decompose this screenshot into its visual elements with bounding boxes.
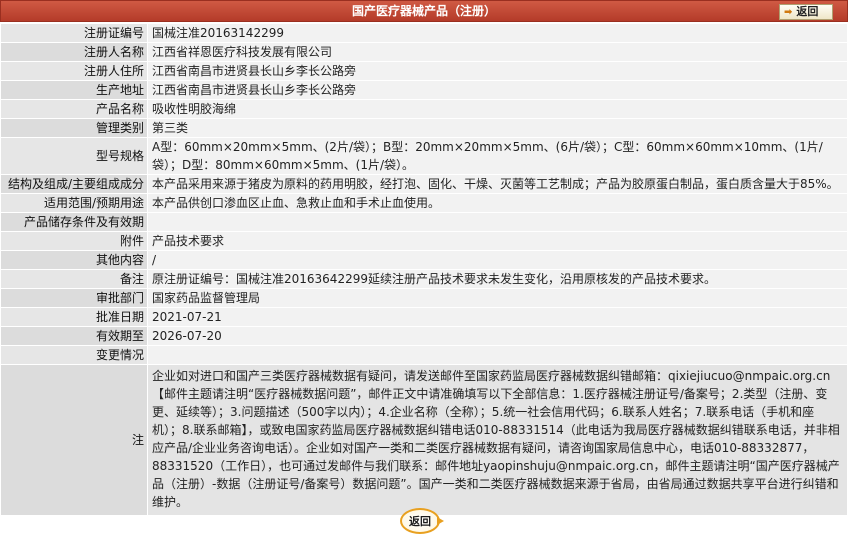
note-text: 企业如对进口和国产三类医疗器械数据有疑问，请发送邮件至国家药监局医疗器械数据纠错… bbox=[147, 364, 848, 516]
row-label: 管理类别 bbox=[0, 118, 148, 138]
row-value: 江西省南昌市进贤县长山乡李长公路旁 bbox=[147, 80, 848, 100]
table-row: 备注 原注册证编号：国械注准20163642299延续注册产品技术要求未发生变化… bbox=[0, 269, 848, 289]
row-value: 国家药品监督管理局 bbox=[147, 288, 848, 308]
table-row: 管理类别 第三类 bbox=[0, 118, 848, 138]
back-button-bottom-label: 返回 bbox=[409, 515, 431, 528]
title-bar: 国产医疗器械产品（注册） ➡ 返回 bbox=[0, 0, 848, 22]
row-label: 产品名称 bbox=[0, 99, 148, 119]
table-row: 适用范围/预期用途 本产品供创口渗血区止血、急救止血和手术止血使用。 bbox=[0, 193, 848, 213]
row-label: 注册人住所 bbox=[0, 61, 148, 81]
table-row: 其他内容 / bbox=[0, 250, 848, 270]
row-label: 变更情况 bbox=[0, 345, 148, 365]
row-value bbox=[147, 212, 848, 232]
row-label: 型号规格 bbox=[0, 137, 148, 175]
row-label: 注册人名称 bbox=[0, 42, 148, 62]
page-title: 国产医疗器械产品（注册） bbox=[351, 4, 496, 18]
row-label: 注册证编号 bbox=[0, 23, 148, 43]
row-label: 其他内容 bbox=[0, 250, 148, 270]
table-row: 产品储存条件及有效期 bbox=[0, 212, 848, 232]
table-row: 型号规格 A型：60mm×20mm×5mm、(2片/袋）；B型：20mm×20m… bbox=[0, 137, 848, 175]
note-row: 注 企业如对进口和国产三类医疗器械数据有疑问，请发送邮件至国家药监局医疗器械数据… bbox=[0, 364, 848, 516]
table-row: 批准日期 2021-07-21 bbox=[0, 307, 848, 327]
table-row: 注册证编号 国械注准20163142299 bbox=[0, 23, 848, 43]
back-tail-icon bbox=[437, 517, 444, 525]
detail-page: 国产医疗器械产品（注册） ➡ 返回 注册证编号 国械注准20163142299 注… bbox=[0, 0, 850, 540]
product-info-table: 注册证编号 国械注准20163142299 注册人名称 江西省祥恩医疗科技发展有… bbox=[0, 23, 848, 516]
row-label: 备注 bbox=[0, 269, 148, 289]
row-value: 2021-07-21 bbox=[147, 307, 848, 327]
row-label: 有效期至 bbox=[0, 326, 148, 346]
table-row: 结构及组成/主要组成成分 本产品采用来源于猪皮为原料的药用明胶，经打泡、固化、干… bbox=[0, 174, 848, 194]
row-label: 审批部门 bbox=[0, 288, 148, 308]
row-label: 产品储存条件及有效期 bbox=[0, 212, 148, 232]
row-value: 本产品采用来源于猪皮为原料的药用明胶，经打泡、固化、干燥、灭菌等工艺制成；产品为… bbox=[147, 174, 848, 194]
back-button-bottom[interactable]: 返回 bbox=[400, 508, 444, 534]
row-value: 本产品供创口渗血区止血、急救止血和手术止血使用。 bbox=[147, 193, 848, 213]
table-row: 变更情况 bbox=[0, 345, 848, 365]
row-value: / bbox=[147, 250, 848, 270]
row-value: 国械注准20163142299 bbox=[147, 23, 848, 43]
row-label: 附件 bbox=[0, 231, 148, 251]
row-value: 第三类 bbox=[147, 118, 848, 138]
row-label: 生产地址 bbox=[0, 80, 148, 100]
table-row: 产品名称 吸收性明胶海绵 bbox=[0, 99, 848, 119]
row-value: 产品技术要求 bbox=[147, 231, 848, 251]
table-row: 有效期至 2026-07-20 bbox=[0, 326, 848, 346]
back-button-top[interactable]: ➡ 返回 bbox=[779, 4, 833, 20]
row-value: 2026-07-20 bbox=[147, 326, 848, 346]
table-row: 审批部门 国家药品监督管理局 bbox=[0, 288, 848, 308]
row-value: 江西省祥恩医疗科技发展有限公司 bbox=[147, 42, 848, 62]
table-row: 生产地址 江西省南昌市进贤县长山乡李长公路旁 bbox=[0, 80, 848, 100]
row-value: 吸收性明胶海绵 bbox=[147, 99, 848, 119]
back-arrow-icon: ➡ bbox=[784, 7, 793, 18]
row-value bbox=[147, 345, 848, 365]
row-value: A型：60mm×20mm×5mm、(2片/袋）；B型：20mm×20mm×5mm… bbox=[147, 137, 848, 175]
row-label: 结构及组成/主要组成成分 bbox=[0, 174, 148, 194]
row-value: 江西省南昌市进贤县长山乡李长公路旁 bbox=[147, 61, 848, 81]
row-label: 适用范围/预期用途 bbox=[0, 193, 148, 213]
back-button-top-label: 返回 bbox=[796, 5, 819, 18]
table-row: 附件 产品技术要求 bbox=[0, 231, 848, 251]
table-row: 注册人住所 江西省南昌市进贤县长山乡李长公路旁 bbox=[0, 61, 848, 81]
table-row: 注册人名称 江西省祥恩医疗科技发展有限公司 bbox=[0, 42, 848, 62]
row-label: 批准日期 bbox=[0, 307, 148, 327]
row-value: 原注册证编号：国械注准20163642299延续注册产品技术要求未发生变化，沿用… bbox=[147, 269, 848, 289]
note-label: 注 bbox=[0, 364, 148, 516]
